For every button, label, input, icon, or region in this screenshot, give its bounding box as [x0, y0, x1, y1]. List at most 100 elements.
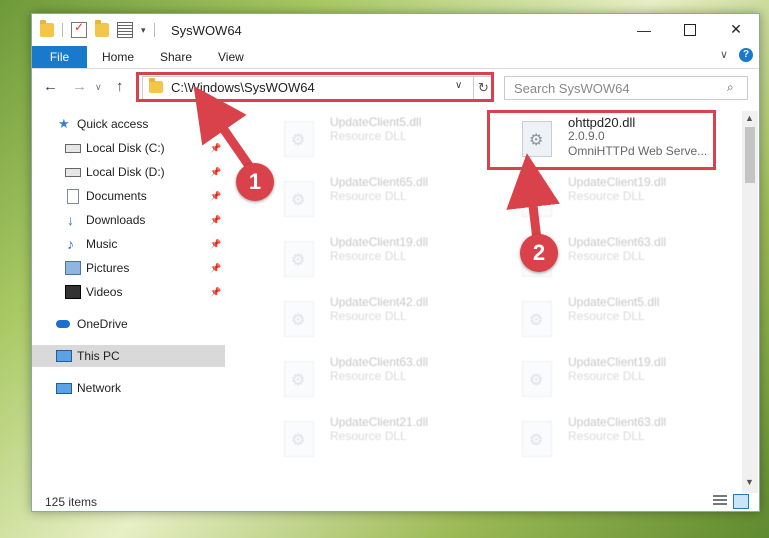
file-name: UpdateClient5.dll [568, 295, 660, 309]
maximize-icon [684, 23, 696, 36]
minimize-button[interactable]: — [621, 14, 667, 45]
sidebar-item-pictures[interactable]: Pictures 📌 [32, 257, 225, 279]
sidebar-item-local-disk-c[interactable]: Local Disk (C:) 📌 [32, 137, 225, 159]
sidebar-item-onedrive[interactable]: OneDrive [32, 313, 225, 335]
sidebar-item-label: OneDrive [77, 317, 128, 331]
ribbon-tabs: File Home Share View ∨ ? [32, 46, 759, 69]
file-name: UpdateClient63.dll [568, 415, 667, 429]
star-icon: ★ [58, 116, 70, 131]
dll-file-icon [522, 301, 552, 337]
navigation-pane: ★ Quick access Local Disk (C:) 📌 Local D… [32, 111, 225, 493]
file-description: Resource DLL [330, 189, 407, 203]
sidebar-item-videos[interactable]: Videos 📌 [32, 281, 225, 303]
sidebar-item-label: This PC [77, 349, 120, 363]
file-description: Resource DLL [568, 309, 645, 323]
tab-share[interactable]: Share [160, 50, 192, 64]
drive-icon [65, 167, 81, 177]
sidebar-item-music[interactable]: ♪ Music 📌 [32, 233, 225, 255]
search-box[interactable]: Search SysWOW64 ⌕ [504, 76, 748, 100]
file-description: Resource DLL [568, 249, 645, 263]
forward-button[interactable]: → [72, 78, 87, 95]
file-tile[interactable]: UpdateClient63.dll Resource DLL [496, 413, 716, 465]
sidebar-item-label: Network [77, 381, 122, 395]
pin-icon[interactable]: 📌 [210, 239, 221, 250]
tab-view[interactable]: View [218, 50, 244, 64]
sidebar-item-documents[interactable]: Documents 📌 [32, 185, 225, 207]
new-folder-icon[interactable] [95, 20, 109, 37]
tab-file[interactable]: File [32, 46, 87, 68]
file-description: Resource DLL [330, 129, 407, 143]
pin-icon[interactable]: 📌 [210, 215, 221, 226]
quick-access-toolbar: ▾ [40, 20, 155, 38]
sidebar-item-label: Local Disk (D:) [86, 165, 165, 179]
file-tile[interactable]: UpdateClient19.dll Resource DLL [258, 233, 478, 285]
onedrive-icon [56, 320, 70, 328]
file-description: Resource DLL [330, 429, 407, 443]
pin-icon[interactable]: 📌 [210, 287, 221, 298]
scroll-up-arrow-icon[interactable]: ▲ [745, 113, 754, 123]
sidebar-item-label: Documents [86, 189, 147, 203]
this-pc-icon [56, 350, 72, 362]
properties-check-icon[interactable] [71, 20, 87, 38]
file-tile[interactable]: UpdateClient5.dll Resource DLL [258, 113, 478, 165]
file-description: Resource DLL [568, 429, 645, 443]
file-tile[interactable]: UpdateClient63.dll Resource DLL [258, 353, 478, 405]
network-icon [56, 382, 72, 394]
sidebar-item-label: Music [86, 237, 118, 251]
search-input[interactable]: Search SysWOW64 [514, 81, 630, 96]
file-name: UpdateClient19.dll [568, 355, 667, 369]
sidebar-item-label: Videos [86, 285, 123, 299]
customize-toolbar-chevron-icon[interactable]: ▾ [141, 25, 146, 36]
file-description: Resource DLL [568, 189, 645, 203]
file-name: UpdateClient65.dll [330, 175, 429, 189]
file-tile[interactable]: UpdateClient19.dll Resource DLL [496, 173, 716, 225]
videos-icon [65, 285, 81, 299]
recent-locations-chevron-icon[interactable]: ∨ [95, 82, 102, 93]
pin-icon[interactable]: 📌 [210, 143, 221, 154]
search-icon: ⌕ [727, 80, 734, 94]
details-view-icon[interactable] [713, 495, 727, 507]
sidebar-item-this-pc[interactable]: This PC [32, 345, 225, 367]
file-description: Resource DLL [330, 369, 407, 383]
sidebar-item-local-disk-d[interactable]: Local Disk (D:) 📌 [32, 161, 225, 183]
dll-file-icon [522, 361, 552, 397]
title-bar: ▾ SysWOW64 — ✕ [32, 14, 759, 46]
file-tile[interactable]: UpdateClient21.dll Resource DLL [258, 413, 478, 465]
scroll-down-arrow-icon[interactable]: ▼ [745, 477, 754, 487]
file-tile[interactable]: UpdateClient42.dll Resource DLL [258, 293, 478, 345]
file-description: Resource DLL [330, 309, 407, 323]
scrollbar-thumb[interactable] [745, 127, 755, 183]
sidebar-item-network[interactable]: Network [32, 377, 225, 399]
address-bar-highlight-box [136, 72, 494, 102]
folder-icon [40, 20, 54, 37]
dll-file-icon [284, 361, 314, 397]
large-icons-view-icon[interactable] [733, 494, 749, 509]
dll-file-icon [284, 421, 314, 457]
maximize-button[interactable] [667, 14, 713, 45]
tab-home[interactable]: Home [102, 50, 134, 64]
dll-file-icon [284, 181, 314, 217]
help-icon[interactable]: ? [739, 48, 753, 62]
pin-icon[interactable]: 📌 [210, 263, 221, 274]
sidebar-item-quick-access[interactable]: ★ Quick access [32, 113, 225, 135]
expand-ribbon-chevron-icon[interactable]: ∨ [720, 48, 728, 61]
file-name: UpdateClient21.dll [330, 415, 429, 429]
up-button[interactable]: ↑ [116, 78, 124, 95]
music-icon: ♪ [67, 236, 74, 252]
sidebar-item-label: Local Disk (C:) [86, 141, 165, 155]
toolbar-divider [153, 23, 155, 37]
pin-icon[interactable]: 📌 [210, 191, 221, 202]
file-tile[interactable]: UpdateClient65.dll Resource DLL [258, 173, 478, 225]
sidebar-item-downloads[interactable]: ↓ Downloads 📌 [32, 209, 225, 231]
file-tile[interactable]: UpdateClient19.dll Resource DLL [496, 353, 716, 405]
file-tile[interactable]: UpdateClient5.dll Resource DLL [496, 293, 716, 345]
dll-file-icon [522, 421, 552, 457]
downloads-icon: ↓ [67, 212, 74, 228]
pin-icon[interactable]: 📌 [210, 167, 221, 178]
close-button[interactable]: ✕ [713, 14, 759, 45]
vertical-scrollbar[interactable]: ▲ ▼ [742, 111, 758, 493]
properties-icon[interactable] [117, 22, 133, 38]
dll-file-icon [522, 181, 552, 217]
back-button[interactable]: ← [43, 78, 58, 95]
file-name: UpdateClient5.dll [330, 115, 422, 129]
